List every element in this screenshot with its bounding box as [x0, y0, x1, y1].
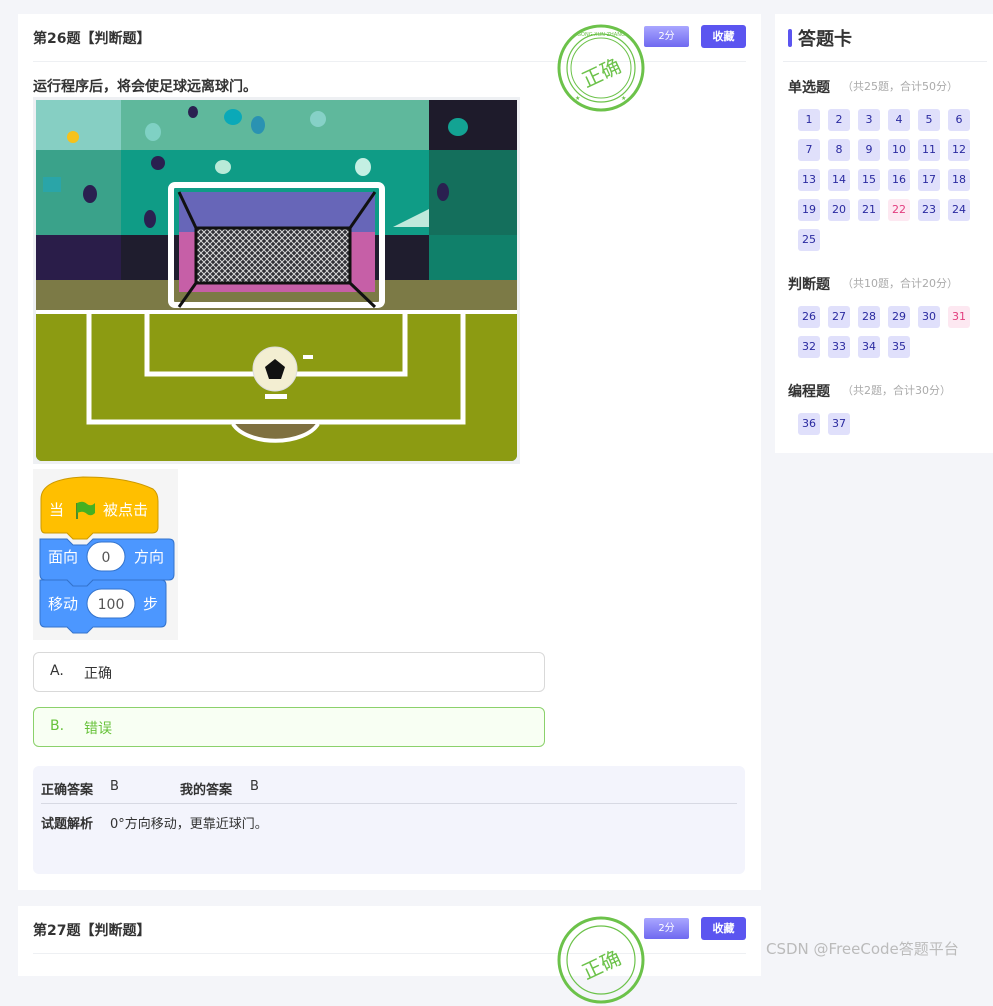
- correct-stamp-icon: GONG XUN ZHANG 正确 ★ ★: [557, 24, 645, 112]
- section-title: 编程题: [788, 384, 830, 400]
- question-header: 第27题【判断题】: [33, 923, 151, 939]
- correct-stamp-icon: 正确: [557, 916, 645, 1004]
- option-letter: A.: [50, 663, 64, 679]
- option-b[interactable]: B. 错误: [33, 707, 545, 747]
- question-number-6[interactable]: 6: [948, 109, 970, 131]
- answer-card-panel: 答题卡 单选题 （共25题，合计50分） 判断题 （共10题，合计20分） 编程…: [775, 14, 993, 453]
- move-suffix: 步: [143, 595, 158, 613]
- soccer-goal-illustration: [33, 97, 520, 464]
- question-number-13[interactable]: 13: [798, 169, 820, 191]
- question-card-27: 第27题【判断题】 2分 收藏 正确: [18, 906, 761, 1004]
- answer-divider: [41, 803, 737, 804]
- question-card-26: 第26题【判断题】 2分 收藏 GONG XUN ZHANG 正确 ★ ★ 运行…: [18, 14, 761, 890]
- watermark: CSDN @FreeCode答题平台: [766, 940, 959, 958]
- question-number-7[interactable]: 7: [798, 139, 820, 161]
- correct-answer-label: 正确答案: [41, 783, 94, 798]
- title-accent-bar: [788, 29, 792, 47]
- question-number-24[interactable]: 24: [948, 199, 970, 221]
- question-header: 第26题【判断题】: [33, 31, 151, 47]
- question-number-11[interactable]: 11: [918, 139, 940, 161]
- correct-answer-value: B: [110, 779, 119, 794]
- answer-card-title: 答题卡: [798, 29, 852, 50]
- question-number-1[interactable]: 1: [798, 109, 820, 131]
- question-number-9[interactable]: 9: [858, 139, 880, 161]
- stamp-text: 正确: [578, 54, 624, 93]
- score-badge: 2分: [644, 918, 689, 939]
- question-number-15[interactable]: 15: [858, 169, 880, 191]
- option-text: 正确: [84, 666, 112, 682]
- question-number-16[interactable]: 16: [888, 169, 910, 191]
- question-number-32[interactable]: 32: [798, 336, 820, 358]
- question-number-36[interactable]: 36: [798, 413, 820, 435]
- hat-prefix: 当: [49, 501, 64, 519]
- point-label: 面向: [48, 548, 78, 566]
- question-number-20[interactable]: 20: [828, 199, 850, 221]
- question-number-12[interactable]: 12: [948, 139, 970, 161]
- question-number-19[interactable]: 19: [798, 199, 820, 221]
- hat-suffix: 被点击: [103, 501, 148, 519]
- question-text: 运行程序后，将会使足球远离球门。: [33, 79, 257, 95]
- stamp-text: 正确: [578, 946, 624, 985]
- option-text: 错误: [84, 721, 112, 737]
- question-number-31[interactable]: 31: [948, 306, 970, 328]
- move-label: 移动: [48, 595, 78, 613]
- favorite-button[interactable]: 收藏: [701, 25, 746, 48]
- question-number-22[interactable]: 22: [888, 199, 910, 221]
- code-blocks: 当 被点击 面向 0 方向 移动 100 步: [33, 469, 178, 640]
- question-number-28[interactable]: 28: [858, 306, 880, 328]
- question-number-35[interactable]: 35: [888, 336, 910, 358]
- question-number-17[interactable]: 17: [918, 169, 940, 191]
- question-number-21[interactable]: 21: [858, 199, 880, 221]
- section-meta: （共10题，合计20分）: [842, 277, 958, 290]
- question-number-25[interactable]: 25: [798, 229, 820, 251]
- favorite-button[interactable]: 收藏: [701, 917, 746, 940]
- question-number-2[interactable]: 2: [828, 109, 850, 131]
- svg-text:★: ★: [575, 95, 580, 102]
- question-number-26[interactable]: 26: [798, 306, 820, 328]
- point-value: 0: [102, 550, 111, 566]
- question-number-18[interactable]: 18: [948, 169, 970, 191]
- question-number-37[interactable]: 37: [828, 413, 850, 435]
- analysis-text: 0°方向移动，更靠近球门。: [110, 817, 268, 832]
- section-meta: （共25题，合计50分）: [842, 80, 958, 93]
- title-divider: [783, 61, 987, 62]
- question-number-5[interactable]: 5: [918, 109, 940, 131]
- question-number-3[interactable]: 3: [858, 109, 880, 131]
- question-number-34[interactable]: 34: [858, 336, 880, 358]
- svg-text:★: ★: [621, 95, 626, 102]
- question-number-14[interactable]: 14: [828, 169, 850, 191]
- option-letter: B.: [50, 718, 65, 734]
- section-title: 单选题: [788, 80, 830, 96]
- stamp-ring-text: GONG XUN ZHANG: [577, 32, 625, 38]
- question-number-27[interactable]: 27: [828, 306, 850, 328]
- move-value: 100: [98, 597, 125, 613]
- my-answer-label: 我的答案: [180, 783, 233, 798]
- section-meta: （共2题，合计30分）: [842, 384, 951, 397]
- question-number-33[interactable]: 33: [828, 336, 850, 358]
- question-number-8[interactable]: 8: [828, 139, 850, 161]
- question-number-4[interactable]: 4: [888, 109, 910, 131]
- score-badge: 2分: [644, 26, 689, 47]
- answer-analysis-box: 正确答案 B 我的答案 B 试题解析 0°方向移动，更靠近球门。: [33, 766, 745, 874]
- point-suffix: 方向: [134, 548, 164, 566]
- question-number-29[interactable]: 29: [888, 306, 910, 328]
- section-title: 判断题: [788, 277, 830, 293]
- analysis-label: 试题解析: [41, 817, 94, 832]
- question-number-23[interactable]: 23: [918, 199, 940, 221]
- my-answer-value: B: [250, 779, 259, 794]
- question-number-30[interactable]: 30: [918, 306, 940, 328]
- question-number-10[interactable]: 10: [888, 139, 910, 161]
- option-a[interactable]: A. 正确: [33, 652, 545, 692]
